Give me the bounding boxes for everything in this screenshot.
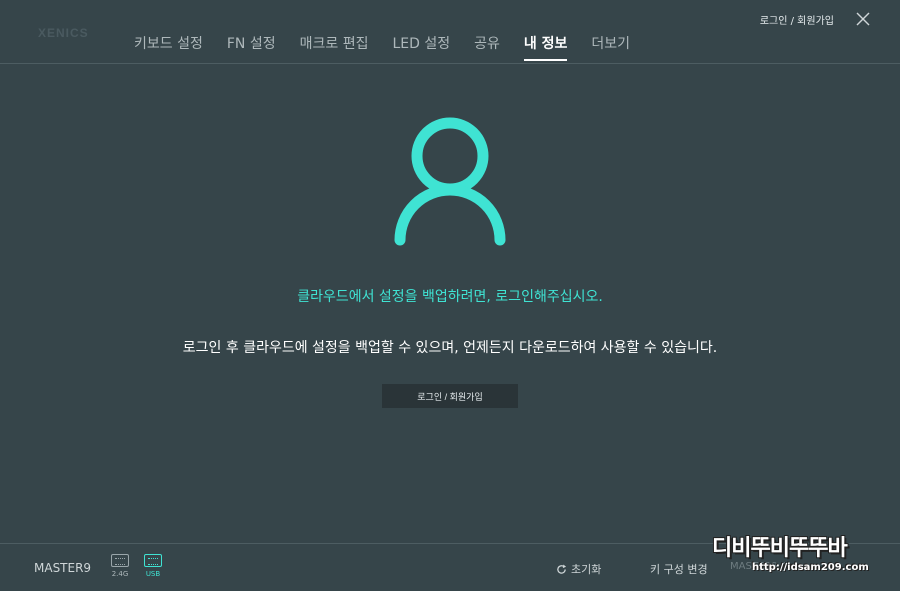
- connection-2-4g-button[interactable]: 2.4G: [110, 554, 130, 578]
- nav-divider: [0, 63, 900, 64]
- device-name: MASTER9: [34, 561, 92, 575]
- key-config-label: 키 구성 변경: [650, 563, 708, 576]
- keyboard-icon: [144, 554, 162, 567]
- connection-label: 2.4G: [111, 570, 129, 578]
- tab-led-settings[interactable]: LED 설정: [392, 30, 450, 60]
- tab-macro-edit[interactable]: 매크로 편집: [300, 30, 369, 60]
- tab-my-info[interactable]: 내 정보: [523, 30, 567, 61]
- login-prompt-message: 클라우드에서 설정을 백업하려면, 로그인해주십시오.: [297, 289, 603, 305]
- watermark-url: http://idsam209.com: [752, 562, 869, 573]
- close-icon: [856, 12, 870, 26]
- connection-usb-button[interactable]: USB: [143, 554, 163, 578]
- close-button[interactable]: [854, 10, 872, 28]
- tab-keyboard-settings[interactable]: 키보드 설정: [134, 30, 203, 60]
- reset-button[interactable]: 초기화: [556, 561, 601, 577]
- keyboard-icon: [111, 554, 129, 567]
- header-login-link[interactable]: 로그인 / 회원가입: [760, 12, 834, 27]
- main-nav: 키보드 설정 FN 설정 매크로 편집 LED 설정 공유 내 정보 더보기: [134, 30, 654, 61]
- watermark-text: 디비뚜비뚜뚜바: [712, 536, 848, 561]
- user-icon: [394, 117, 506, 246]
- refresh-icon: [557, 563, 567, 574]
- tab-more[interactable]: 더보기: [591, 30, 630, 60]
- xenics-logo: XENICS: [38, 26, 89, 40]
- login-signup-button[interactable]: 로그인 / 회원가입: [382, 384, 518, 408]
- reset-label: 초기화: [571, 563, 602, 576]
- tab-fn-settings[interactable]: FN 설정: [227, 30, 276, 60]
- connection-label: USB: [145, 570, 161, 578]
- backup-description: 로그인 후 클라우드에 설정을 백업할 수 있으며, 언제든지 다운로드하여 사…: [182, 340, 718, 356]
- tab-share[interactable]: 공유: [474, 30, 500, 60]
- watermark: 디비뚜비뚜뚜바 http://idsam209.com: [712, 530, 892, 582]
